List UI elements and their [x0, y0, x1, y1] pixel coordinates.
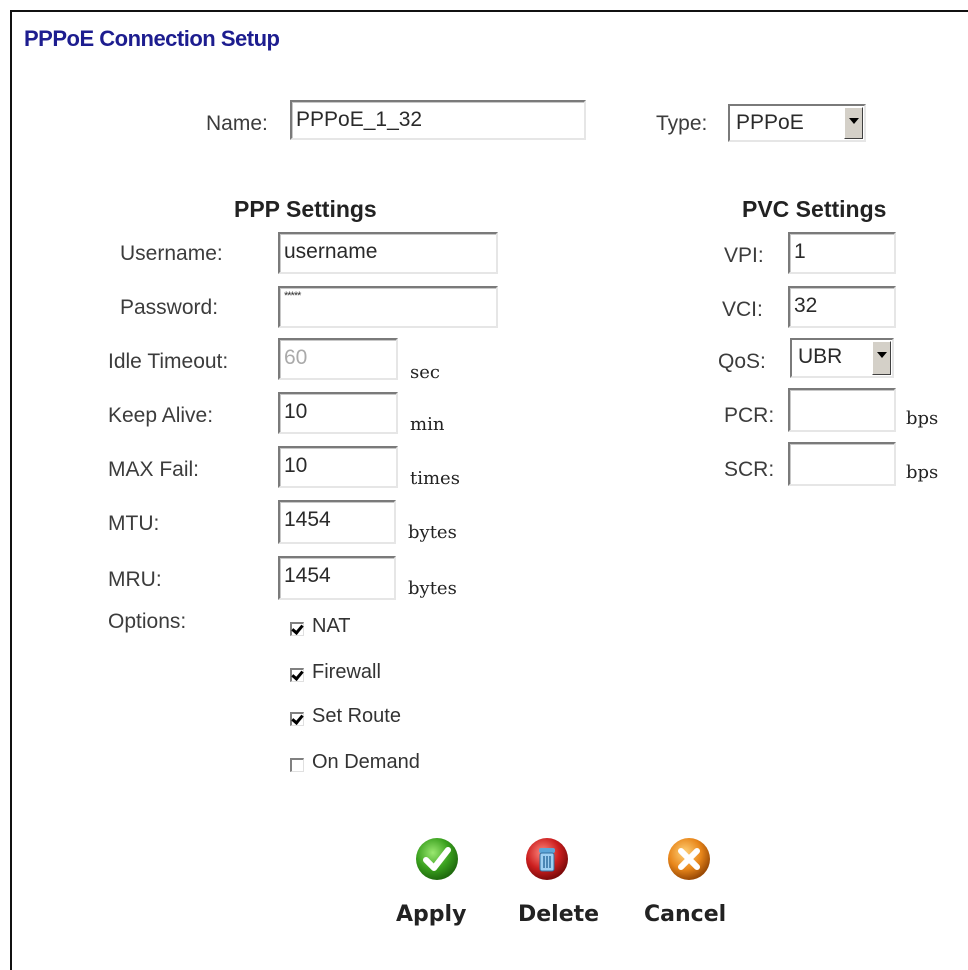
check-icon [416, 838, 458, 880]
chevron-down-icon[interactable] [872, 341, 891, 375]
dialog-frame [10, 10, 968, 970]
page-title: PPPoE Connection Setup [24, 26, 280, 51]
keep-alive-unit: min [410, 414, 445, 435]
mru-input[interactable]: 1454 [278, 556, 396, 600]
mru-label: MRU: [108, 568, 162, 591]
firewall-label: Firewall [312, 661, 381, 683]
idle-timeout-input[interactable]: 60 [278, 338, 398, 380]
password-label: Password: [120, 296, 219, 319]
mtu-label: MTU: [108, 512, 160, 535]
nat-checkbox[interactable] [290, 622, 304, 636]
set-route-label: Set Route [312, 705, 401, 727]
type-select-value: PPPoE [736, 111, 804, 134]
mru-unit: bytes [408, 578, 457, 599]
vpi-label: VPI: [724, 244, 764, 267]
mtu-input[interactable]: 1454 [278, 500, 396, 544]
pvc-settings-heading: PVC Settings [742, 196, 887, 222]
set-route-checkbox[interactable] [290, 712, 304, 726]
trash-icon [526, 838, 568, 880]
password-input[interactable]: ***** [278, 286, 498, 328]
idle-timeout-unit: sec [410, 362, 440, 383]
pcr-unit: bps [906, 408, 939, 429]
keep-alive-input[interactable]: 10 [278, 392, 398, 434]
ppp-settings-heading: PPP Settings [234, 196, 377, 222]
nat-label: NAT [312, 615, 351, 637]
name-input[interactable]: PPPoE_1_32 [290, 100, 586, 140]
options-label: Options: [108, 610, 187, 633]
on-demand-checkbox[interactable] [290, 758, 304, 772]
vci-input[interactable]: 32 [788, 286, 896, 328]
apply-label: Apply [396, 902, 467, 927]
pcr-input[interactable] [788, 388, 896, 432]
scr-input[interactable] [788, 442, 896, 486]
max-fail-input[interactable]: 10 [278, 446, 398, 488]
chevron-down-icon[interactable] [844, 107, 863, 139]
apply-button[interactable]: Apply [388, 832, 484, 944]
qos-select[interactable]: UBR [790, 338, 894, 378]
delete-button[interactable]: Delete [514, 832, 614, 944]
keep-alive-label: Keep Alive: [108, 404, 214, 427]
name-label: Name: [206, 112, 268, 135]
qos-select-value: UBR [798, 345, 843, 368]
pcr-label: PCR: [724, 404, 775, 427]
cancel-label: Cancel [644, 902, 727, 927]
type-select[interactable]: PPPoE [728, 104, 866, 142]
x-icon [668, 838, 710, 880]
username-input[interactable]: username [278, 232, 498, 274]
scr-unit: bps [906, 462, 939, 483]
delete-label: Delete [518, 902, 600, 927]
vci-label: VCI: [722, 298, 763, 321]
mtu-unit: bytes [408, 522, 457, 543]
type-label: Type: [656, 112, 708, 135]
max-fail-unit: times [410, 468, 460, 489]
on-demand-label: On Demand [312, 751, 420, 773]
qos-label: QoS: [718, 350, 766, 373]
idle-timeout-label: Idle Timeout: [108, 350, 229, 373]
firewall-checkbox[interactable] [290, 668, 304, 682]
vpi-input[interactable]: 1 [788, 232, 896, 274]
max-fail-label: MAX Fail: [108, 458, 200, 481]
scr-label: SCR: [724, 458, 775, 481]
cancel-button[interactable]: Cancel [640, 832, 744, 944]
username-label: Username: [120, 242, 223, 265]
